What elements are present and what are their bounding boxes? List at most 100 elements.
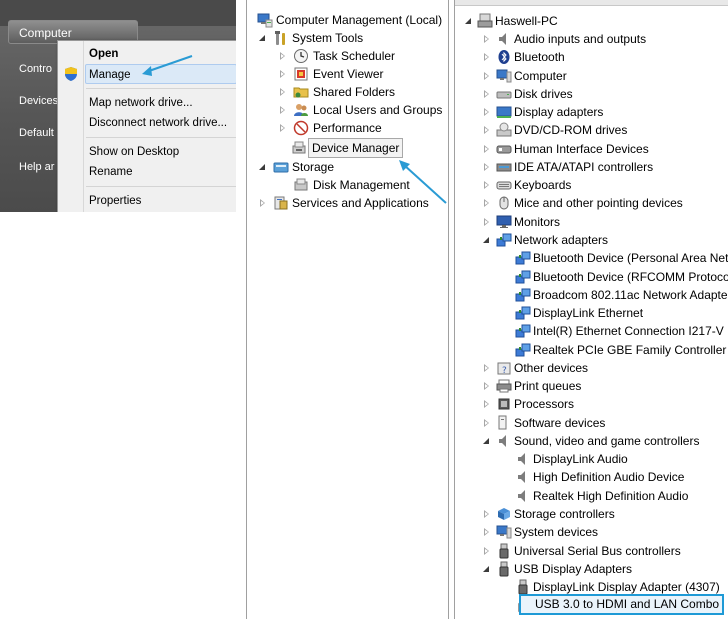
- tree-label: Task Scheduler: [313, 49, 396, 63]
- expand-icon[interactable]: [483, 163, 491, 171]
- context-menu-rename[interactable]: Rename: [86, 162, 236, 182]
- device-category-network-adapters[interactable]: Network adapters: [483, 231, 728, 249]
- expand-icon[interactable]: [483, 528, 491, 536]
- device-item-displaylink-ethernet[interactable]: DisplayLink Ethernet: [515, 304, 728, 322]
- device-item-broadcom-adapter[interactable]: Broadcom 802.11ac Network Adapte: [515, 286, 728, 304]
- expand-icon[interactable]: [279, 52, 287, 60]
- tree-node-shared-folders[interactable]: Shared Folders: [279, 83, 448, 101]
- context-menu-show-desktop[interactable]: Show on Desktop: [86, 142, 236, 162]
- expand-icon[interactable]: [279, 70, 287, 78]
- context-menu-map-drive[interactable]: Map network drive...: [86, 93, 236, 113]
- device-category-bluetooth[interactable]: Bluetooth: [483, 48, 728, 66]
- collapse-icon[interactable]: [483, 437, 491, 445]
- device-item-realtek-hd-audio[interactable]: Realtek High Definition Audio: [515, 487, 728, 505]
- device-category-ide-controllers[interactable]: IDE ATA/ATAPI controllers: [483, 158, 728, 176]
- device-item-bluetooth-rfcomm[interactable]: Bluetooth Device (RFCOMM Protoco: [515, 268, 728, 286]
- context-menu-disconnect-drive[interactable]: Disconnect network drive...: [86, 113, 236, 133]
- expand-icon[interactable]: [483, 382, 491, 390]
- device-category-disk-drives[interactable]: Disk drives: [483, 85, 728, 103]
- device-category-usb-controllers[interactable]: Universal Serial Bus controllers: [483, 542, 728, 560]
- expand-icon[interactable]: [483, 510, 491, 518]
- context-menu-separator: [86, 186, 236, 187]
- context-menu-separator: [86, 137, 236, 138]
- collapse-icon[interactable]: [259, 163, 267, 171]
- expand-icon[interactable]: [279, 106, 287, 114]
- device-category-system-devices[interactable]: System devices: [483, 523, 728, 541]
- speaker-icon: [499, 33, 506, 45]
- device-category-print-queues[interactable]: Print queues: [483, 377, 728, 395]
- computer-icon: [477, 13, 493, 28]
- usb-icon: [518, 579, 528, 595]
- expand-icon[interactable]: [483, 90, 491, 98]
- device-item-intel-ethernet[interactable]: Intel(R) Ethernet Connection I217-V: [515, 322, 728, 340]
- speaker-icon: [518, 490, 525, 502]
- device-category-keyboards[interactable]: Keyboards: [483, 176, 728, 194]
- device-category-sound-controllers[interactable]: Sound, video and game controllers: [483, 432, 728, 450]
- device-category-display-adapters[interactable]: Display adapters: [483, 103, 728, 121]
- device-item-bluetooth-pan[interactable]: Bluetooth Device (Personal Area Net: [515, 249, 728, 267]
- tree-label: System Tools: [292, 31, 364, 45]
- device-category-other-devices[interactable]: ? Other devices: [483, 359, 728, 377]
- context-menu-properties[interactable]: Properties: [86, 191, 236, 211]
- tree-node-local-users[interactable]: Local Users and Groups: [279, 101, 448, 119]
- tree-node-task-scheduler[interactable]: Task Scheduler: [279, 47, 448, 65]
- device-item-displaylink-audio[interactable]: DisplayLink Audio: [515, 450, 728, 468]
- tree-label: Keyboards: [514, 178, 572, 192]
- ide-controller-icon: [496, 163, 512, 172]
- device-category-usb-display-adapters[interactable]: USB Display Adapters: [483, 560, 728, 578]
- tree-node-haswell-pc[interactable]: Haswell-PC: [465, 12, 725, 30]
- speaker-icon: [499, 435, 506, 447]
- speaker-icon: [518, 453, 525, 465]
- device-category-mice[interactable]: Mice and other pointing devices: [483, 194, 728, 212]
- expand-icon[interactable]: [259, 199, 267, 207]
- expand-icon[interactable]: [279, 88, 287, 96]
- device-category-audio-inputs[interactable]: Audio inputs and outputs: [483, 30, 728, 48]
- expand-icon[interactable]: [483, 35, 491, 43]
- collapse-icon[interactable]: [259, 34, 267, 42]
- expand-icon[interactable]: [483, 108, 491, 116]
- device-item-hd-audio-device[interactable]: High Definition Audio Device: [515, 468, 728, 486]
- device-item-usb-hdmi-lan-combo[interactable]: USB 3.0 to HDMI and LAN Combo: [515, 594, 728, 615]
- collapse-icon[interactable]: [483, 565, 491, 573]
- tree-node-computer-management[interactable]: Computer Management (Local): [257, 11, 448, 29]
- expand-icon[interactable]: [483, 547, 491, 555]
- monitor-icon: [496, 215, 512, 228]
- tree-label: Event Viewer: [313, 67, 384, 81]
- device-category-processors[interactable]: Processors: [483, 395, 728, 413]
- network-adapter-icon: [515, 288, 531, 302]
- expand-icon[interactable]: [483, 218, 491, 226]
- tree-label: DVD/CD-ROM drives: [514, 123, 628, 137]
- device-category-computer[interactable]: Computer: [483, 67, 728, 85]
- tree-node-event-viewer[interactable]: Event Viewer: [279, 65, 448, 83]
- expand-icon[interactable]: [483, 199, 491, 207]
- expand-icon[interactable]: [483, 419, 491, 427]
- tree-label: Universal Serial Bus controllers: [514, 544, 681, 558]
- device-category-dvd-drives[interactable]: DVD/CD-ROM drives: [483, 121, 728, 139]
- event-viewer-icon: [294, 67, 308, 81]
- expand-icon[interactable]: [483, 72, 491, 80]
- tree-label: Processors: [514, 397, 575, 411]
- tree-label: Intel(R) Ethernet Connection I217-V: [533, 324, 724, 338]
- device-item-realtek-gbe[interactable]: Realtek PCIe GBE Family Controller: [515, 341, 728, 359]
- tree-node-performance[interactable]: Performance: [279, 119, 448, 137]
- tree-node-system-tools[interactable]: System Tools: [259, 29, 448, 47]
- expand-icon[interactable]: [483, 53, 491, 61]
- device-category-human-interface-devices[interactable]: Human Interface Devices: [483, 140, 728, 158]
- toolbar-strip: [455, 0, 728, 6]
- users-icon: [294, 104, 308, 116]
- tree-label: Storage controllers: [514, 507, 615, 521]
- storage-icon: [273, 162, 289, 173]
- tree-label: Realtek High Definition Audio: [533, 489, 689, 503]
- expand-icon[interactable]: [483, 126, 491, 134]
- shield-icon: [65, 67, 77, 81]
- expand-icon[interactable]: [483, 400, 491, 408]
- collapse-icon[interactable]: [483, 236, 491, 244]
- device-category-monitors[interactable]: Monitors: [483, 213, 728, 231]
- expand-icon[interactable]: [483, 181, 491, 189]
- expand-icon[interactable]: [483, 364, 491, 372]
- collapse-icon[interactable]: [465, 17, 473, 25]
- device-category-storage-controllers[interactable]: Storage controllers: [483, 505, 728, 523]
- device-category-software-devices[interactable]: Software devices: [483, 414, 728, 432]
- expand-icon[interactable]: [483, 145, 491, 153]
- expand-icon[interactable]: [279, 124, 287, 132]
